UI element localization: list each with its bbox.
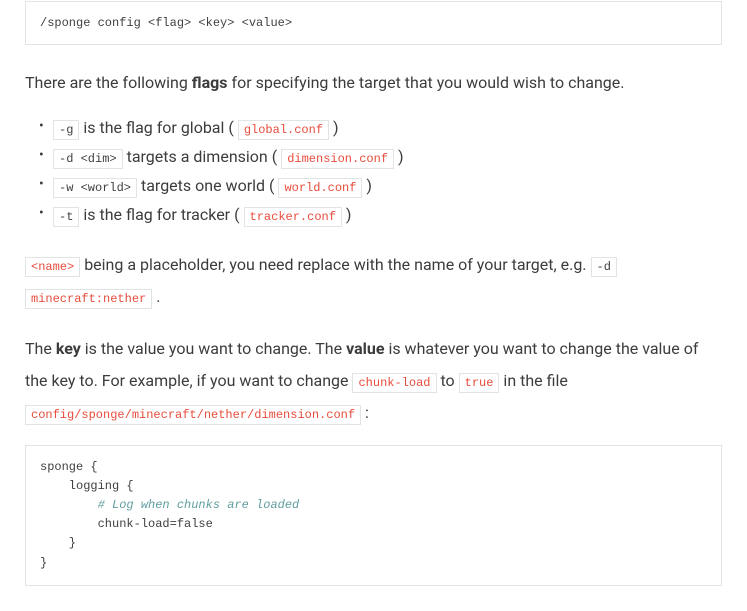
example-flag: -d — [591, 257, 617, 277]
kv-code: chunk-load — [352, 373, 436, 393]
list-item: -g is the flag for global ( global.conf … — [53, 116, 722, 140]
placeholder-paragraph: <name> being a placeholder, you need rep… — [25, 249, 722, 313]
flag-file: tracker.conf — [244, 207, 342, 227]
example-arg: minecraft:nether — [25, 289, 152, 309]
intro-flags-bold: flags — [192, 73, 228, 92]
list-item: -d <dim> targets a dimension ( dimension… — [53, 145, 722, 169]
kv-code: true — [459, 373, 500, 393]
command-text: /sponge config <flag> <key> <value> — [40, 16, 292, 30]
kv-file: config/sponge/minecraft/nether/dimension… — [25, 405, 361, 425]
flag-file: world.conf — [278, 178, 362, 198]
list-item: -t is the flag for tracker ( tracker.con… — [53, 203, 722, 227]
flag-code: -g — [53, 120, 79, 140]
flag-code: -t — [53, 207, 79, 227]
flag-file: global.conf — [238, 120, 329, 140]
flag-file: dimension.conf — [281, 149, 394, 169]
command-template: /sponge config <flag> <key> <value> — [25, 1, 722, 45]
flag-code: -w <world> — [53, 178, 137, 198]
intro-paragraph: There are the following flags for specif… — [25, 70, 722, 96]
list-item: -w <world> targets one world ( world.con… — [53, 174, 722, 198]
placeholder-code: <name> — [25, 257, 80, 277]
flag-code: -d <dim> — [53, 149, 123, 169]
example-config: sponge { logging { # Log when chunks are… — [25, 445, 722, 586]
key-value-paragraph: The key is the value you want to change.… — [25, 333, 722, 429]
flags-list: -g is the flag for global ( global.conf … — [25, 116, 722, 227]
